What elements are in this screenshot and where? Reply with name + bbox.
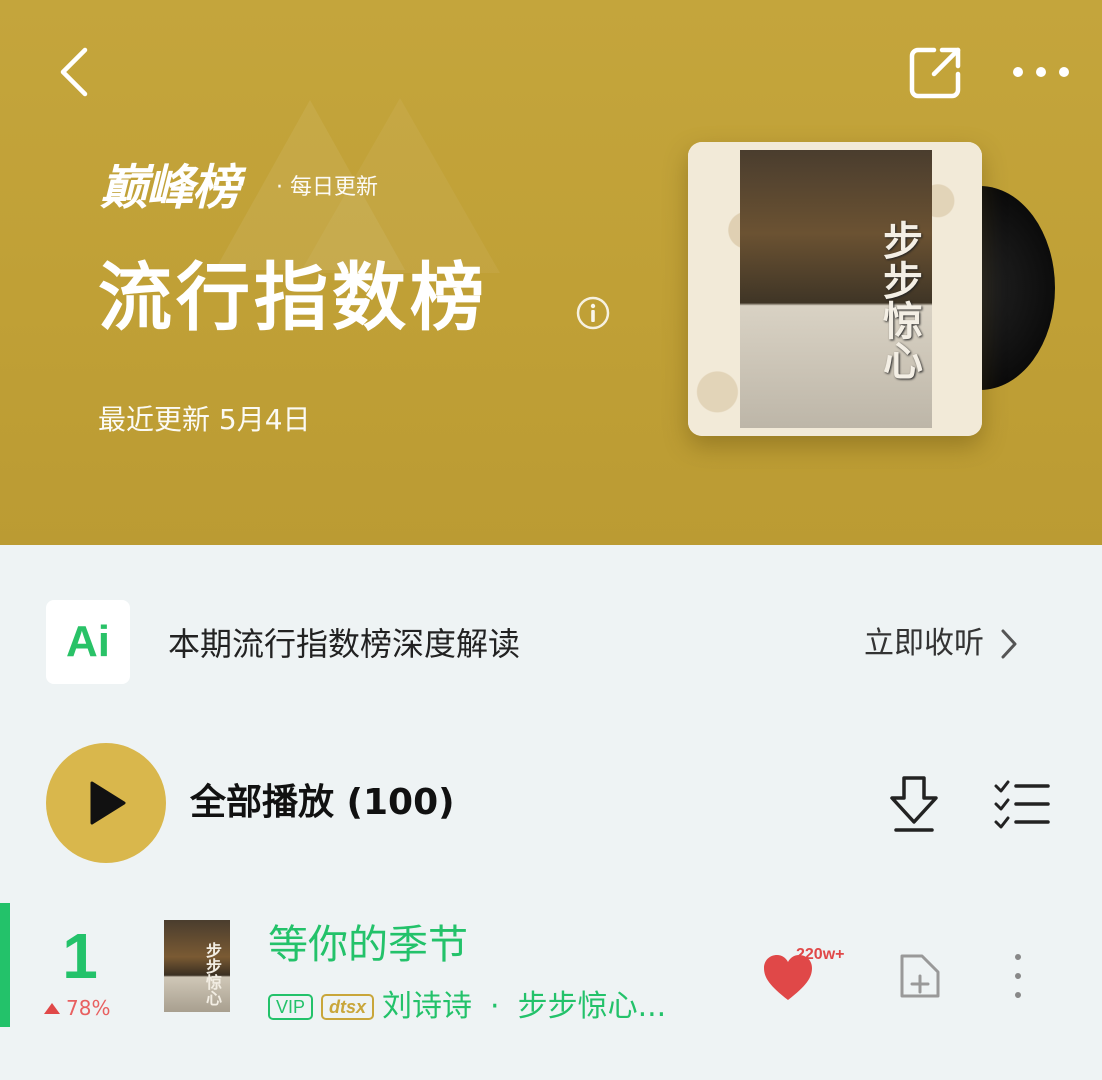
download-icon xyxy=(890,776,938,832)
song-thumbnail: 步步惊心 xyxy=(164,920,230,1012)
cover-poster: 步步惊心 xyxy=(740,150,932,428)
play-icon xyxy=(90,781,126,825)
page-title: 流行指数榜 xyxy=(98,255,488,341)
more-vertical-icon xyxy=(1015,973,1021,979)
song-more-button[interactable] xyxy=(1002,950,1034,1002)
more-options-button[interactable] xyxy=(1006,46,1076,98)
play-all-label[interactable]: 全部播放 (100) xyxy=(190,778,455,828)
info-button[interactable] xyxy=(575,295,611,331)
share-icon xyxy=(909,47,961,99)
chart-header: 巅峰榜 · 每日更新 流行指数榜 最近更新 5月4日 步步惊心 xyxy=(0,0,1102,545)
rank-up-icon xyxy=(44,1002,60,1014)
song-artist[interactable]: 刘诗诗 xyxy=(382,986,472,1028)
like-count: 220w+ xyxy=(796,946,845,963)
thumbnail-calligraphy: 步步惊心 xyxy=(203,942,222,1006)
more-vertical-icon xyxy=(1015,954,1021,960)
listen-now-label: 立即收听 xyxy=(864,626,984,661)
share-button[interactable] xyxy=(904,40,968,104)
ai-interpretation-text[interactable]: 本期流行指数榜深度解读 xyxy=(168,622,520,666)
chart-cover: 步步惊心 xyxy=(688,142,982,436)
poster-calligraphy: 步步惊心 xyxy=(876,220,923,380)
multi-select-button[interactable] xyxy=(992,778,1052,830)
listen-now-button[interactable]: 立即收听 xyxy=(864,622,1018,666)
rank-change-value: 78% xyxy=(66,996,111,1020)
chevron-right-icon xyxy=(1001,629,1017,659)
ai-logo: Ai xyxy=(46,600,130,684)
brand-name: 巅峰榜 xyxy=(100,160,240,216)
info-icon xyxy=(576,296,610,330)
add-to-playlist-icon xyxy=(900,954,940,998)
now-playing-indicator xyxy=(0,903,10,1027)
vip-badge: VIP xyxy=(268,994,314,1020)
update-frequency: · 每日更新 xyxy=(276,175,378,200)
dtsx-badge: dtsx xyxy=(321,994,375,1020)
song-title[interactable]: 等你的季节 xyxy=(268,918,468,972)
last-updated: 最近更新 5月4日 xyxy=(98,403,311,436)
add-to-playlist-button[interactable] xyxy=(896,950,944,1002)
chevron-left-icon xyxy=(60,47,88,97)
checklist-icon xyxy=(994,780,1050,829)
more-vertical-icon xyxy=(1015,992,1021,998)
back-button[interactable] xyxy=(44,40,104,104)
more-horizontal-icon xyxy=(1013,67,1069,77)
meta-separator: · xyxy=(490,989,500,1024)
song-rank: 1 xyxy=(62,920,98,992)
song-meta: VIP dtsx 刘诗诗 · 步步惊心... xyxy=(268,986,666,1028)
download-button[interactable] xyxy=(886,774,942,834)
song-album[interactable]: 步步惊心... xyxy=(518,986,667,1028)
rank-change: 78% xyxy=(44,994,110,1022)
play-all-button[interactable] xyxy=(46,743,166,863)
